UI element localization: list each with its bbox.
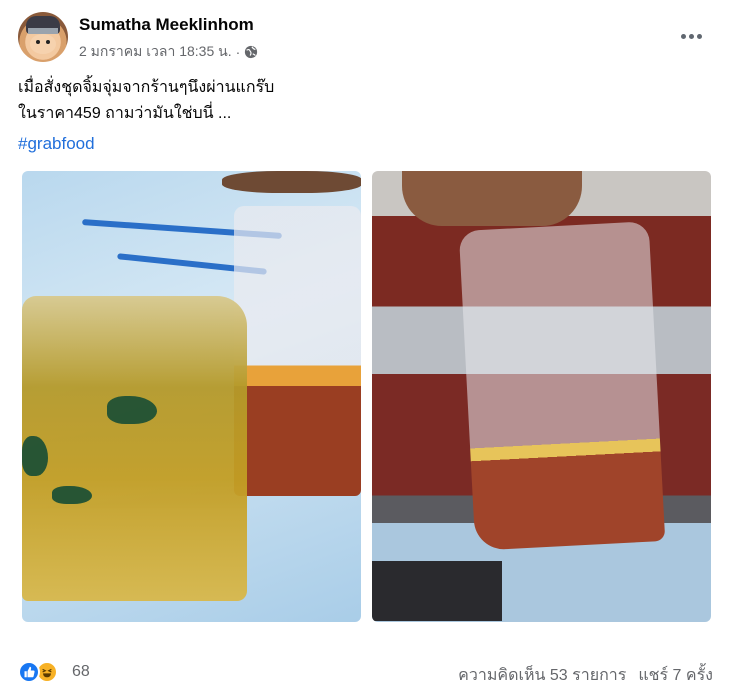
post-text-line-1: เมื่อสั่งชุดจิ้มจุ่มจากร้านๆนึงผ่านแกร๊บ	[18, 79, 275, 96]
like-icon	[18, 661, 40, 683]
photo-hand	[402, 171, 582, 226]
more-dot	[680, 33, 686, 39]
avatar-eye-left	[36, 40, 40, 44]
reaction-count: 68	[72, 663, 90, 680]
avatar-face	[30, 34, 56, 54]
shares-count-link[interactable]: แชร์ 7 ครั้ง	[638, 663, 713, 688]
photo-bag-meat	[458, 221, 666, 551]
photo-herb	[107, 396, 157, 424]
comments-count-link[interactable]: ความคิดเห็น 53 รายการ	[458, 663, 626, 688]
author-name[interactable]: Sumatha Meeklinhom	[79, 15, 254, 35]
hashtag-link[interactable]: #grabfood	[18, 134, 95, 154]
post-timestamp[interactable]: 2 มกราคม เวลา 18:35 น.	[79, 41, 232, 63]
post-text: เมื่อสั่งชุดจิ้มจุ่มจากร้านๆนึงผ่านแกร๊บ…	[18, 75, 274, 127]
post-photo-2[interactable]	[372, 171, 711, 622]
facebook-post: Sumatha Meeklinhom 2 มกราคม เวลา 18:35 น…	[0, 0, 733, 699]
photo-device	[372, 561, 502, 621]
photo-herb	[22, 436, 48, 476]
photo-bag-soup	[22, 296, 247, 601]
reactions-summary[interactable]: 68	[18, 661, 90, 683]
photo-hand	[222, 171, 361, 193]
more-options-button[interactable]	[677, 24, 705, 48]
more-dot	[688, 33, 694, 39]
post-text-line-2[interactable]: ในราคา459 ถามว่ามันใช่บนี่ ...	[18, 101, 274, 127]
photo-bag-sauce	[234, 206, 361, 496]
meta-separator: ·	[235, 44, 241, 60]
engagement-stats: ความคิดเห็น 53 รายการ แชร์ 7 ครั้ง	[458, 663, 713, 688]
post-meta: 2 มกราคม เวลา 18:35 น. ·	[79, 41, 258, 63]
avatar-eye-right	[46, 40, 50, 44]
more-dot	[696, 33, 702, 39]
photo-herb	[52, 486, 92, 504]
globe-icon	[245, 45, 258, 59]
post-photo-1[interactable]	[22, 171, 361, 622]
author-avatar[interactable]	[18, 12, 68, 62]
